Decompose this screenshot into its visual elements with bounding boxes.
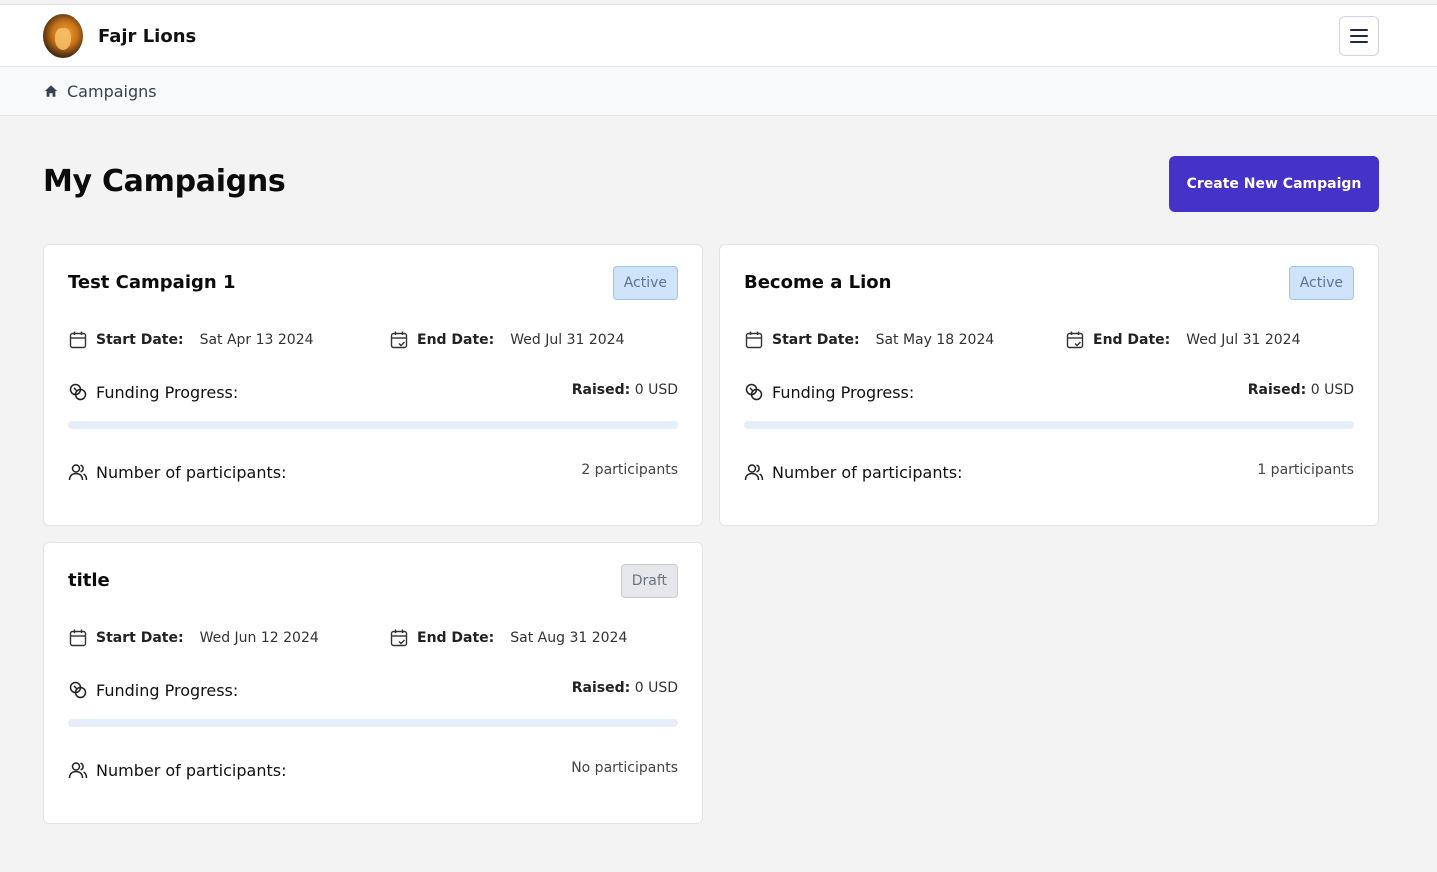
start-date-label: Start Date:	[96, 630, 184, 646]
raised-amount: Raised: 0 USD	[1248, 382, 1354, 398]
funding-progress-label: Funding Progress:	[96, 382, 239, 402]
calendar-icon	[745, 331, 763, 349]
raised-value: 0 USD	[1310, 382, 1354, 398]
raised-value: 0 USD	[634, 382, 678, 398]
calendar-check-icon	[390, 331, 408, 349]
participants-label: Number of participants:	[772, 462, 963, 482]
start-date-label: Start Date:	[96, 332, 184, 348]
campaign-card[interactable]: Test Campaign 1 Active Start Date: Sat A…	[43, 244, 703, 526]
campaign-card[interactable]: title Draft Start Date: Wed Jun 12 2024 …	[43, 542, 703, 824]
campaign-card[interactable]: Become a Lion Active Start Date: Sat May…	[719, 244, 1379, 526]
top-navbar: Fajr Lions	[0, 4, 1437, 67]
funding-progress-bar	[68, 421, 678, 429]
status-badge: Active	[1288, 266, 1354, 300]
create-new-campaign-button[interactable]: Create New Campaign	[1169, 156, 1379, 212]
start-date-row: Start Date: Wed Jun 12 2024	[68, 628, 319, 648]
lion-logo-icon	[43, 14, 83, 58]
participants-label: Number of participants:	[96, 760, 287, 780]
calendar-icon	[69, 331, 87, 349]
funding-progress-bar	[68, 719, 678, 727]
start-date-label: Start Date:	[772, 332, 860, 348]
participants-count: 2 participants	[581, 462, 678, 478]
coins-icon	[745, 383, 763, 401]
page-title: My Campaigns	[43, 164, 286, 199]
campaign-title: title	[68, 570, 110, 591]
funding-progress-row: Funding Progress:	[68, 680, 238, 700]
end-date-row: End Date: Sat Aug 31 2024	[389, 628, 627, 648]
coins-icon	[69, 681, 87, 699]
raised-label: Raised:	[571, 680, 631, 696]
funding-progress-bar	[744, 421, 1354, 429]
calendar-icon	[69, 629, 87, 647]
participants-row: Number of participants:	[744, 462, 962, 482]
participants-row: Number of participants:	[68, 760, 286, 780]
participants-label: Number of participants:	[96, 462, 287, 482]
funding-progress-row: Funding Progress:	[744, 382, 914, 402]
participants-count: 1 participants	[1257, 462, 1354, 478]
coins-icon	[69, 383, 87, 401]
calendar-check-icon	[1066, 331, 1084, 349]
participants-count: No participants	[571, 760, 678, 776]
funding-progress-label: Funding Progress:	[772, 382, 915, 402]
users-icon	[68, 762, 88, 779]
end-date-row: End Date: Wed Jul 31 2024	[389, 330, 625, 350]
status-badge: Draft	[620, 564, 678, 598]
hamburger-menu-icon	[1350, 29, 1368, 31]
end-date-label: End Date:	[1093, 332, 1171, 348]
status-badge: Active	[612, 266, 678, 300]
start-date-row: Start Date: Sat Apr 13 2024	[68, 330, 314, 350]
raised-amount: Raised: 0 USD	[572, 680, 678, 696]
campaign-title: Test Campaign 1	[68, 272, 236, 293]
raised-value: 0 USD	[634, 680, 678, 696]
campaign-title: Become a Lion	[744, 272, 892, 293]
end-date-label: End Date:	[417, 332, 495, 348]
end-date-row: End Date: Wed Jul 31 2024	[1065, 330, 1301, 350]
funding-progress-label: Funding Progress:	[96, 680, 239, 700]
users-icon	[744, 464, 764, 481]
breadcrumb: Campaigns	[0, 67, 1437, 116]
users-icon	[68, 464, 88, 481]
raised-label: Raised:	[571, 382, 631, 398]
hamburger-menu-button[interactable]	[1339, 16, 1379, 56]
end-date-value: Sat Aug 31 2024	[510, 630, 628, 646]
start-date-value: Sat May 18 2024	[875, 332, 995, 348]
end-date-value: Wed Jul 31 2024	[510, 332, 625, 348]
funding-progress-row: Funding Progress:	[68, 382, 238, 402]
raised-label: Raised:	[1247, 382, 1307, 398]
home-icon[interactable]	[44, 84, 58, 98]
raised-amount: Raised: 0 USD	[572, 382, 678, 398]
calendar-check-icon	[390, 629, 408, 647]
brand[interactable]: Fajr Lions	[43, 14, 196, 58]
start-date-value: Wed Jun 12 2024	[199, 630, 319, 646]
start-date-value: Sat Apr 13 2024	[199, 332, 314, 348]
participants-row: Number of participants:	[68, 462, 286, 482]
end-date-value: Wed Jul 31 2024	[1186, 332, 1301, 348]
breadcrumb-campaigns[interactable]: Campaigns	[67, 82, 157, 101]
start-date-row: Start Date: Sat May 18 2024	[744, 330, 994, 350]
end-date-label: End Date:	[417, 630, 495, 646]
brand-name: Fajr Lions	[98, 25, 197, 47]
